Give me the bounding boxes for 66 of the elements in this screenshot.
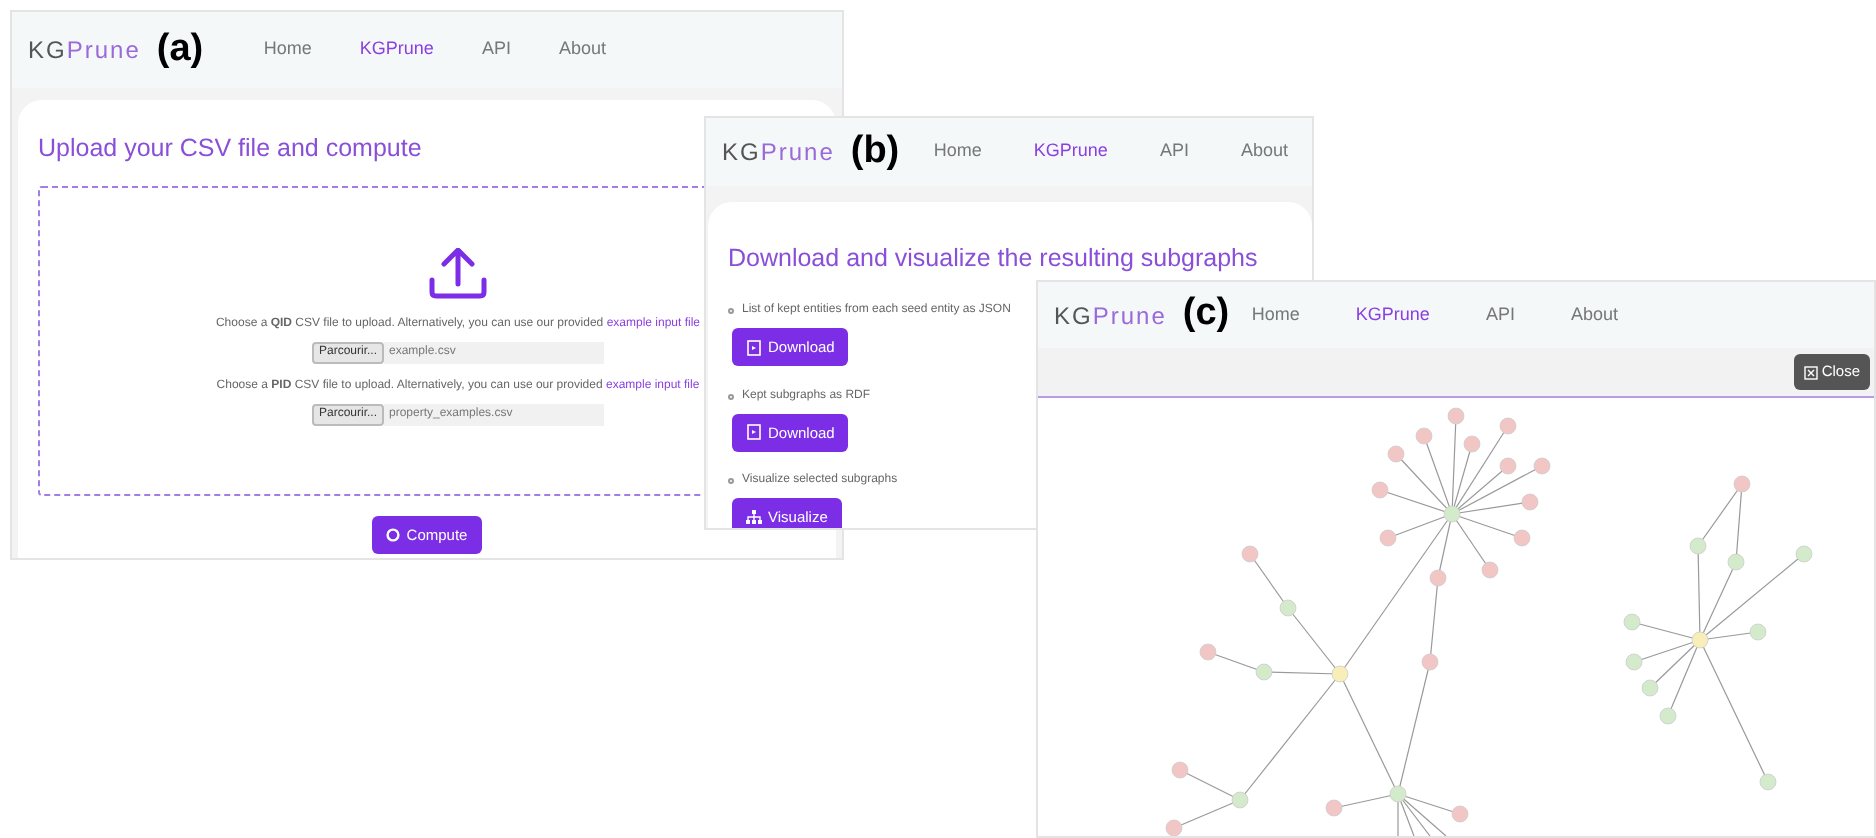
graph-node[interactable] <box>1443 505 1461 523</box>
graph-node[interactable] <box>1447 407 1465 425</box>
graph-node[interactable] <box>1691 631 1709 649</box>
close-icon <box>1803 365 1818 379</box>
graph-node[interactable] <box>1415 427 1433 445</box>
graph-node[interactable] <box>1171 761 1189 779</box>
brand-logo[interactable]: KG Prune <box>1054 297 1167 333</box>
graph-node[interactable] <box>1521 493 1539 511</box>
nav-link[interactable]: Home <box>263 36 312 64</box>
nav-link[interactable]: Home <box>1251 301 1300 329</box>
graph-node[interactable] <box>1733 475 1751 493</box>
graph-node[interactable] <box>1325 799 1343 817</box>
graph-node[interactable] <box>1429 569 1447 587</box>
nav-link[interactable]: API <box>1159 138 1189 166</box>
panel-label: (b) <box>850 127 900 176</box>
graph-node[interactable] <box>1371 481 1389 499</box>
graph-node[interactable] <box>1387 445 1405 463</box>
graph-node[interactable] <box>1659 707 1677 725</box>
graph-node[interactable] <box>1379 529 1397 547</box>
bullet-icon <box>728 393 734 400</box>
graph-node[interactable] <box>1513 529 1531 547</box>
graph-node[interactable] <box>1623 613 1641 631</box>
graph-node[interactable] <box>1241 545 1259 563</box>
graph-node[interactable] <box>1727 553 1745 571</box>
nav-link[interactable]: About <box>558 36 606 64</box>
upload-icon <box>426 248 490 300</box>
file-icon <box>746 424 762 441</box>
graph-node[interactable] <box>1625 653 1643 671</box>
graph-node[interactable] <box>1451 805 1469 823</box>
file-icon <box>746 339 762 356</box>
nav-link[interactable]: About <box>1570 301 1618 329</box>
bullet-icon <box>728 308 734 314</box>
graph-node[interactable] <box>1255 663 1273 681</box>
graph-node[interactable] <box>1533 457 1551 475</box>
nav-link[interactable]: About <box>1240 138 1288 166</box>
bullet-icon <box>728 478 734 485</box>
graph-node[interactable] <box>1689 537 1707 555</box>
graph-node[interactable] <box>1231 791 1249 809</box>
spinner-icon <box>386 528 401 543</box>
nav-link[interactable]: Home <box>933 138 982 166</box>
graph-node[interactable] <box>1759 773 1777 791</box>
graph-node[interactable] <box>1795 545 1813 563</box>
graph-node[interactable] <box>1331 665 1349 683</box>
graph-node[interactable] <box>1641 679 1659 697</box>
graph-node[interactable] <box>1499 457 1517 475</box>
graph-node[interactable] <box>1389 785 1407 803</box>
graph-node[interactable] <box>1499 417 1517 435</box>
graph-node[interactable] <box>1199 643 1217 661</box>
panel-label: (a) <box>156 25 204 74</box>
graph-node[interactable] <box>1481 561 1499 579</box>
nav-link[interactable]: API <box>1485 301 1515 329</box>
graph-node[interactable] <box>1749 623 1767 641</box>
nav-link[interactable]: API <box>481 36 511 64</box>
graph-node[interactable] <box>1279 599 1297 617</box>
brand-logo[interactable]: KG Prune <box>722 134 835 170</box>
graph-node[interactable] <box>1165 819 1183 836</box>
page-title: Upload your CSV file and compute <box>38 132 422 166</box>
graph-node[interactable] <box>1421 653 1439 671</box>
hierarchy-icon <box>746 509 762 526</box>
page-title: Download and visualize the resulting subgraphs <box>728 242 1258 276</box>
nav-link[interactable]: KGPrune <box>1033 138 1108 166</box>
brand-logo[interactable]: KG Prune <box>28 32 141 68</box>
nav-link[interactable]: KGPrune <box>1355 301 1430 329</box>
nav-link[interactable]: KGPrune <box>359 36 434 64</box>
panel-label: (c) <box>1182 290 1230 339</box>
graph-node[interactable] <box>1463 435 1481 453</box>
